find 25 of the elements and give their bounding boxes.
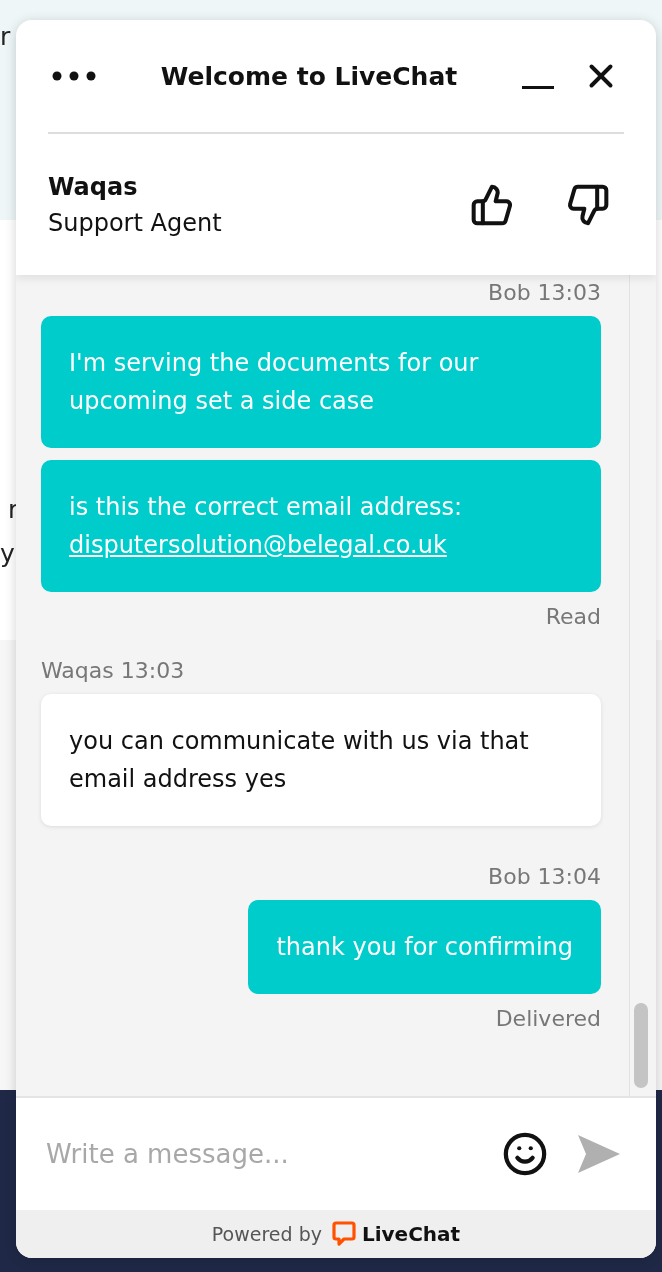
powered-by-text: Powered by xyxy=(211,1223,322,1245)
message-status: Read xyxy=(544,603,601,631)
send-icon xyxy=(576,1133,622,1175)
scrollbar-thumb[interactable] xyxy=(634,1003,648,1088)
window-title: Welcome to LiveChat xyxy=(160,61,458,91)
smiley-icon xyxy=(502,1131,548,1177)
visitor-message: is this the correct email address: disputersolution@belegal.co.uk xyxy=(41,460,601,592)
agent-role: Support Agent xyxy=(48,207,222,239)
livechat-link[interactable]: LiveChat xyxy=(331,1221,461,1247)
background-text: r xyxy=(0,22,11,52)
dots-icon xyxy=(52,71,96,81)
message-author-time: Waqas 13:03 xyxy=(41,657,186,685)
visitor-message: I'm serving the documents for our upcoming set a side case xyxy=(41,316,601,448)
agent-message: you can communicate with us via that email address yes xyxy=(41,694,601,826)
minimize-icon xyxy=(522,85,554,89)
message-status: Delivered xyxy=(494,1005,601,1033)
message-author-time: Bob 13:03 xyxy=(487,279,601,307)
message-author-time: Bob 13:04 xyxy=(487,863,601,891)
thumbs-down-icon xyxy=(566,182,610,227)
thumbs-up-icon xyxy=(470,182,514,227)
message-input[interactable]: Write a message... xyxy=(44,1138,478,1170)
speech-bubble-icon xyxy=(331,1221,356,1247)
visitor-message: thank you for confirming xyxy=(248,900,601,994)
agent-name: Waqas xyxy=(48,171,139,203)
background-text: y xyxy=(0,539,15,569)
